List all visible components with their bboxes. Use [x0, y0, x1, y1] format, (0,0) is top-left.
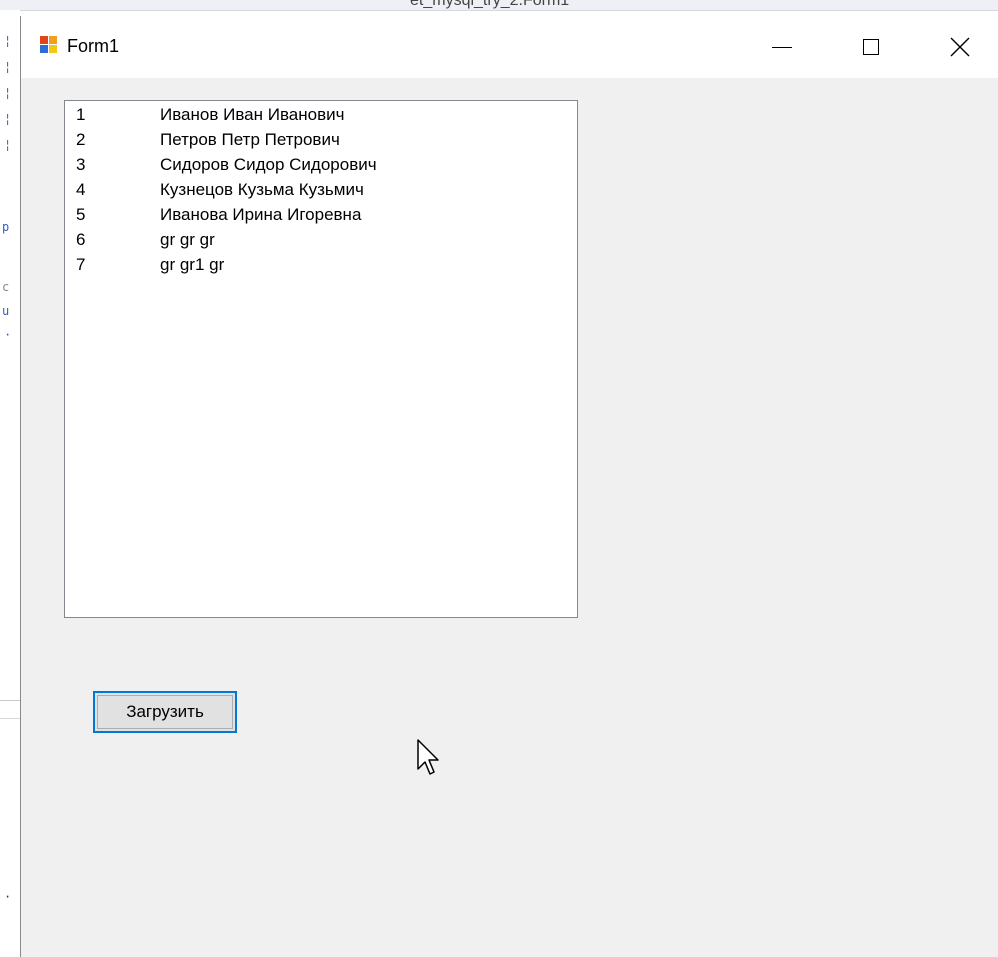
close-icon [950, 37, 970, 57]
list-item[interactable]: 3 Сидоров Сидор Сидорович [65, 151, 575, 176]
mouse-pointer-icon [417, 739, 439, 775]
list-item-id: 3 [76, 155, 86, 174]
list-item-name: gr gr gr [160, 230, 215, 249]
list-item-id: 7 [76, 255, 86, 274]
gutter-marker: ¦ [4, 86, 12, 100]
gutter-marker: · [4, 890, 12, 904]
form-window: Form1 1 Иванов Иван Иванович 2 Петров Пе… [20, 16, 998, 957]
gutter-marker: ¦ [4, 138, 12, 152]
list-item-name: Иванова Ирина Игоревна [160, 205, 362, 224]
list-item-name: Сидоров Сидор Сидорович [160, 155, 377, 174]
gutter-marker: u [2, 304, 10, 318]
gutter-marker: ¦ [4, 60, 12, 74]
list-item-name: gr gr1 gr [160, 255, 225, 274]
window-title: Form1 [67, 36, 120, 56]
gutter-divider [0, 700, 20, 701]
list-item-name: Кузнецов Кузьма Кузьмич [160, 180, 364, 199]
list-item[interactable]: 1 Иванов Иван Иванович [65, 101, 575, 126]
list-item[interactable]: 4 Кузнецов Кузьма Кузьмич [65, 176, 575, 201]
list-item[interactable]: 2 Петров Петр Петрович [65, 126, 575, 151]
list-item-id: 2 [76, 130, 86, 149]
maximize-button[interactable] [848, 16, 894, 78]
gutter-marker: c [2, 280, 10, 294]
list-item-id: 4 [76, 180, 86, 199]
maximize-icon [863, 39, 879, 55]
title-bar[interactable]: Form1 [21, 16, 998, 78]
gutter-marker: ¦ [4, 34, 12, 48]
list-item-id: 5 [76, 205, 86, 224]
list-item-name: Петров Петр Петрович [160, 130, 340, 149]
gutter-marker: · [4, 328, 12, 342]
list-item[interactable]: 5 Иванова Ирина Игоревна [65, 201, 575, 226]
background-editor-navbar-text: et_mysql_try_2.Form1 [410, 0, 570, 9]
list-item-name: Иванов Иван Иванович [160, 105, 345, 124]
load-button-label: Загрузить [126, 702, 204, 721]
minimize-button[interactable] [759, 16, 805, 78]
close-button[interactable] [937, 16, 983, 78]
list-item-id: 6 [76, 230, 86, 249]
list-item-id: 1 [76, 105, 86, 124]
list-item[interactable]: 7 gr gr1 gr [65, 251, 575, 276]
people-listbox[interactable]: 1 Иванов Иван Иванович 2 Петров Петр Пет… [64, 100, 578, 618]
winforms-app-icon [40, 36, 58, 54]
minimize-icon [772, 46, 792, 48]
background-editor-navbar: et_mysql_try_2.Form1 [0, 0, 998, 11]
list-item[interactable]: 6 gr gr gr [65, 226, 575, 251]
background-editor-gutter: ¦ ¦ ¦ ¦ ¦ р c u · · [0, 10, 20, 957]
load-button[interactable]: Загрузить [93, 691, 237, 733]
gutter-divider [0, 718, 20, 719]
gutter-marker: ¦ [4, 112, 12, 126]
gutter-marker: р [2, 220, 10, 234]
